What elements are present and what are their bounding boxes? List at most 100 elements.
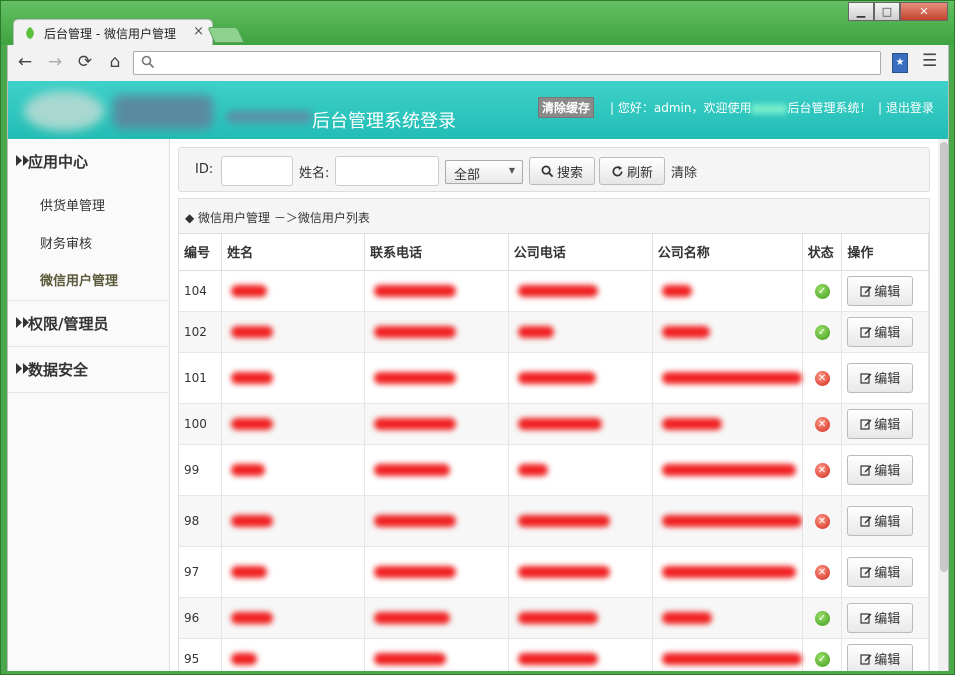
edit-button[interactable]: 编辑 xyxy=(847,316,914,347)
clear-cache-button[interactable]: 清除缓存 xyxy=(538,97,595,118)
status-error-icon: ✕ xyxy=(814,462,830,478)
cell-company-phone xyxy=(508,637,653,671)
edit-icon xyxy=(860,418,872,430)
status-selected-value: 全部 xyxy=(454,168,481,183)
search-button-label: 搜索 xyxy=(556,165,583,181)
table-header-row: 编号 姓名 联系电话 公司电话 公司名称 状态 操作 xyxy=(179,234,929,271)
logout-link[interactable]: | 退出登录 xyxy=(878,99,934,116)
cell-company-name xyxy=(652,269,803,311)
id-input[interactable] xyxy=(221,156,293,186)
table-row: 100 ✕ 编辑 xyxy=(179,402,929,444)
clear-link[interactable]: 清除 xyxy=(671,162,697,181)
redacted-company-name xyxy=(226,111,312,123)
cell-phone xyxy=(364,402,509,444)
minimize-button[interactable]: ▁ xyxy=(848,2,874,21)
wechat-user-table: 编号 姓名 联系电话 公司电话 公司名称 状态 操作 104 ✓ 编辑 102 ✓ 编辑 1… xyxy=(179,234,929,671)
caret-down-icon: ▼ xyxy=(508,166,515,175)
edit-icon xyxy=(860,464,872,476)
sidebar-group-app-center[interactable]: 应用中心 供货单管理 财务审核 微信用户管理 xyxy=(8,139,169,301)
tab-close-icon[interactable]: × xyxy=(193,24,204,39)
name-input[interactable] xyxy=(335,156,439,186)
edit-button[interactable]: 编辑 xyxy=(847,556,914,587)
cell-id: 102 xyxy=(179,310,223,352)
redacted-company-phone xyxy=(517,326,554,338)
refresh-button[interactable]: 刷新 xyxy=(599,157,665,185)
tab-active[interactable]: 后台管理 - 微信用户管理 × xyxy=(13,19,213,46)
page-scrollbar[interactable] xyxy=(938,139,948,671)
table-row: 95 ✓ 编辑 xyxy=(179,637,929,671)
reload-icon[interactable]: ⟳ xyxy=(74,51,96,73)
cell-company-phone xyxy=(508,443,653,495)
edit-button[interactable]: 编辑 xyxy=(847,505,914,536)
edit-icon xyxy=(860,515,872,527)
status-select[interactable]: 全部 ▼ xyxy=(445,160,523,184)
site-header: 后台管理系统登录 清除缓存 | 您好：admin，欢迎使用 后台管理系统！ | 退… xyxy=(8,81,948,139)
refresh-icon xyxy=(612,165,623,176)
cell-id: 100 xyxy=(179,402,223,444)
cell-actions: 编辑 xyxy=(841,545,929,597)
cell-id: 104 xyxy=(179,269,223,311)
edit-button[interactable]: 编辑 xyxy=(847,602,914,633)
maximize-button[interactable]: □ xyxy=(874,2,900,21)
edit-button[interactable]: 编辑 xyxy=(847,643,914,671)
cell-status: ✕ xyxy=(802,494,843,546)
search-button[interactable]: 搜索 xyxy=(529,157,595,185)
bookmark-star-icon[interactable]: ★ xyxy=(892,53,908,73)
edit-button[interactable]: 编辑 xyxy=(847,408,914,439)
sidebar-group-permissions[interactable]: 权限/管理员 xyxy=(8,301,169,347)
user-id: 100 xyxy=(184,416,207,431)
sidebar-group-data-security[interactable]: 数据安全 xyxy=(8,347,169,393)
edit-icon xyxy=(860,285,872,297)
table-row: 97 ✕ 编辑 xyxy=(179,545,929,597)
status-error-icon: ✕ xyxy=(814,513,830,529)
edit-button[interactable]: 编辑 xyxy=(847,275,914,306)
edit-button[interactable]: 编辑 xyxy=(847,454,914,485)
cell-id: 99 xyxy=(179,443,223,495)
address-bar[interactable] xyxy=(133,51,881,75)
home-icon[interactable]: ⌂ xyxy=(104,51,126,73)
user-id: 96 xyxy=(184,610,200,625)
cell-name xyxy=(221,637,366,671)
cell-name xyxy=(221,351,366,403)
edit-button[interactable]: 编辑 xyxy=(847,362,914,393)
redacted-name xyxy=(231,653,258,666)
system-title: 后台管理系统登录 xyxy=(312,111,456,132)
cell-company-phone xyxy=(508,310,653,352)
close-window-button[interactable]: ✕ xyxy=(900,2,948,21)
edit-button-label: 编辑 xyxy=(874,515,901,530)
edit-button-label: 编辑 xyxy=(874,418,901,433)
redacted-name xyxy=(231,326,274,338)
cell-actions: 编辑 xyxy=(841,596,929,638)
breadcrumb-text: ◆ 微信用户管理 －＞微信用户列表 xyxy=(185,211,370,225)
redacted-company-phone xyxy=(517,515,610,527)
redacted-phone xyxy=(374,285,457,297)
sidebar-item-finance-audit[interactable]: 财务审核 xyxy=(40,233,92,252)
main-content: ID: 姓名: 全部 ▼ 搜索 刷新 清除 ◆ 微信用户管理 －＞微信用户列表 xyxy=(178,147,932,671)
cell-id: 95 xyxy=(179,637,223,671)
redacted-name xyxy=(231,515,274,527)
cell-actions: 编辑 xyxy=(841,637,929,671)
welcome-text: | 您好：admin，欢迎使用 后台管理系统！ xyxy=(610,99,871,116)
sidebar-item-supply-orders[interactable]: 供货单管理 xyxy=(40,195,105,214)
tab-strip: 后台管理 - 微信用户管理 × ▁ □ ✕ xyxy=(1,1,954,46)
forward-arrow-icon[interactable]: → xyxy=(44,51,66,73)
user-id: 97 xyxy=(184,564,200,579)
redacted-phone xyxy=(374,515,457,527)
cell-company-name xyxy=(652,637,803,671)
redacted-company-phone xyxy=(517,372,596,384)
cell-actions: 编辑 xyxy=(841,494,929,546)
edit-icon xyxy=(860,612,872,624)
col-header-actions: 操作 xyxy=(841,234,929,271)
cell-name xyxy=(221,494,366,546)
scrollbar-thumb[interactable] xyxy=(940,142,948,572)
menu-icon[interactable]: ☰ xyxy=(922,51,937,71)
site-logo xyxy=(18,87,228,133)
back-arrow-icon[interactable]: ← xyxy=(14,51,36,73)
edit-button-label: 编辑 xyxy=(874,566,901,581)
cell-name xyxy=(221,310,366,352)
sidebar-item-wechat-users[interactable]: 微信用户管理 xyxy=(40,270,118,289)
redacted-phone xyxy=(374,612,451,624)
new-tab-button[interactable] xyxy=(207,27,245,43)
redacted-name xyxy=(231,464,266,476)
sidebar-group-title: 数据安全 xyxy=(28,361,89,379)
